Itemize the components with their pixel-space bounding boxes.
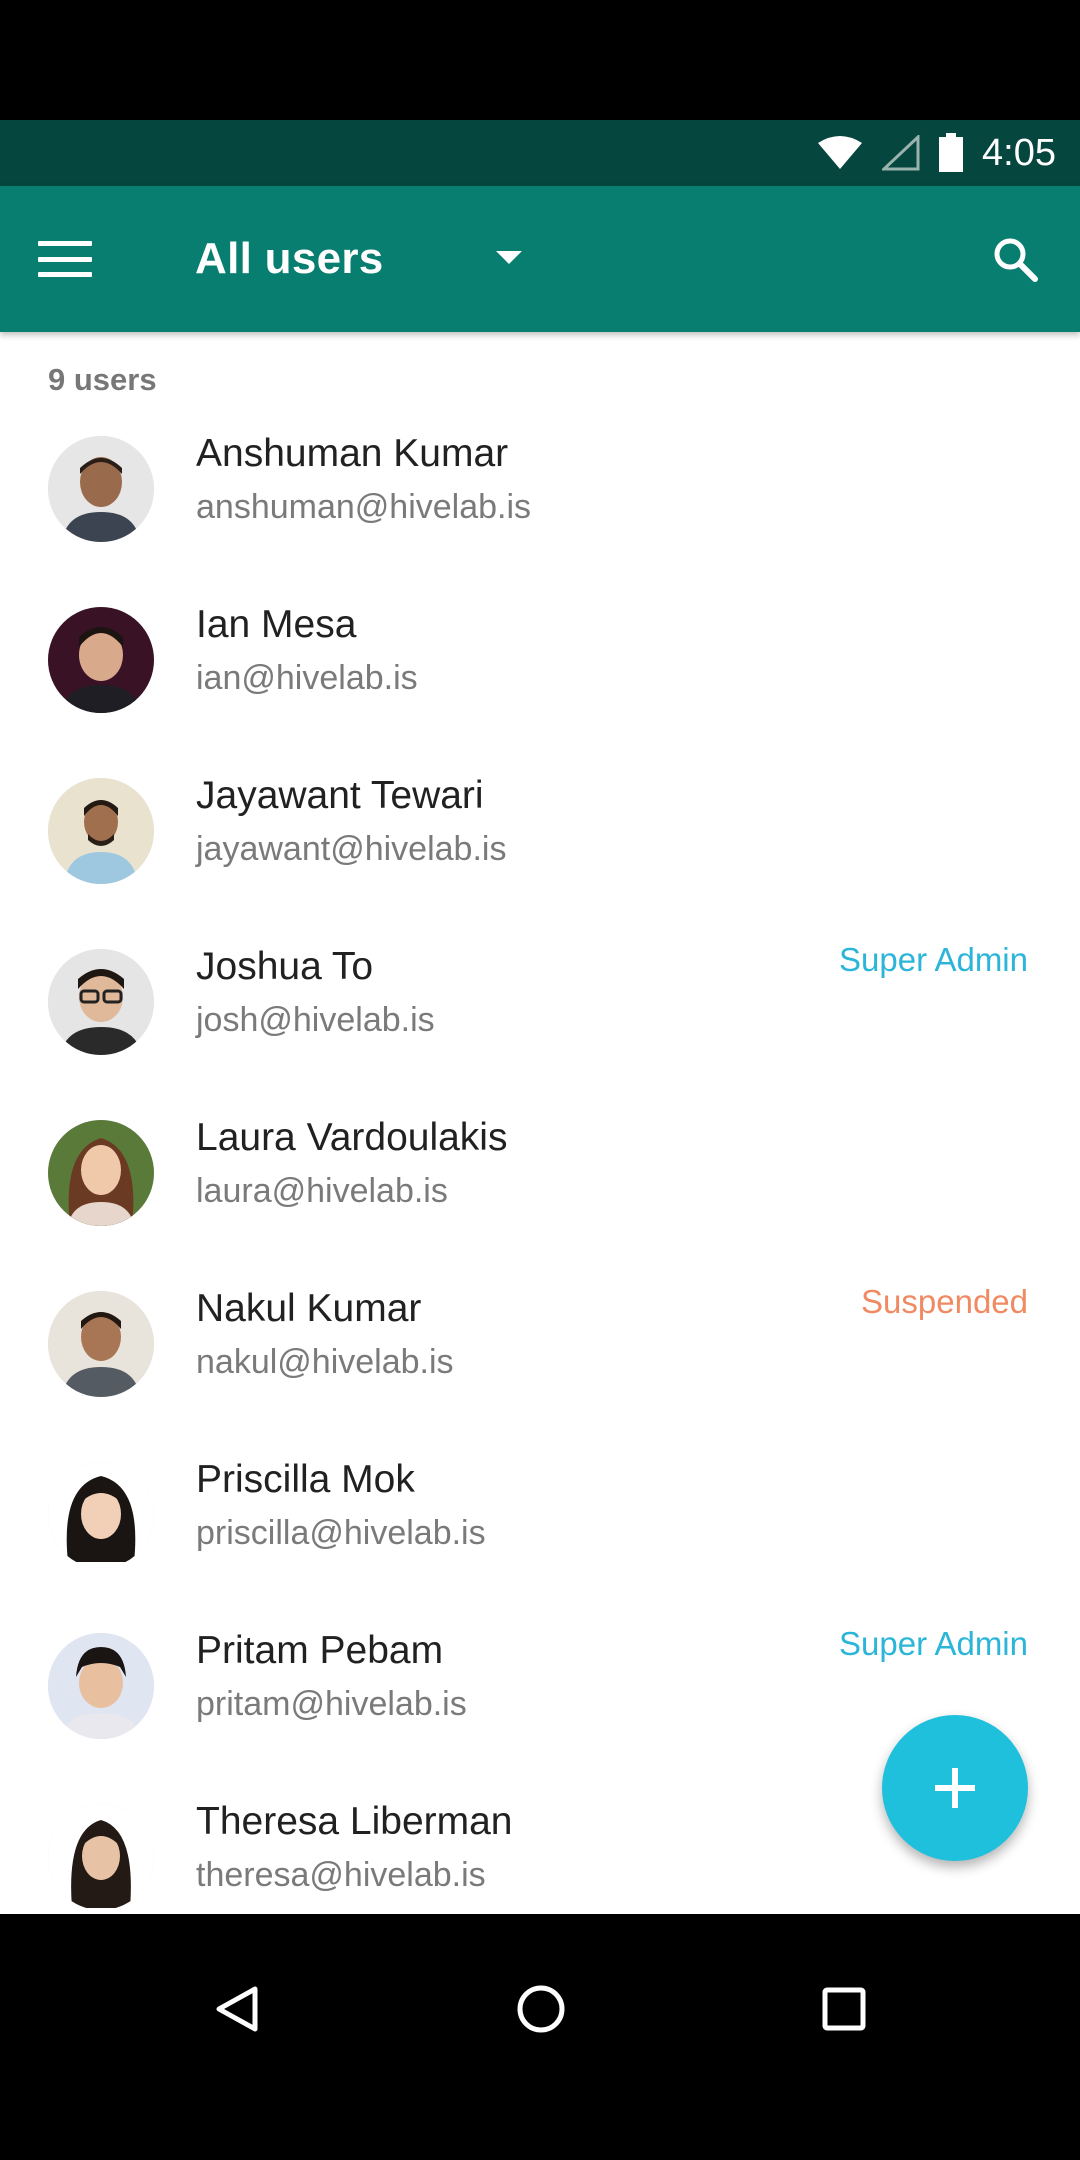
- avatar: [48, 1291, 154, 1397]
- user-email: jayawant@hivelab.is: [196, 830, 507, 868]
- list-item[interactable]: Ian Mesa ian@hivelab.is: [0, 603, 1080, 778]
- user-name: Laura Vardoulakis: [196, 1116, 508, 1159]
- user-email: theresa@hivelab.is: [196, 1856, 486, 1894]
- list-item[interactable]: Nakul Kumar nakul@hivelab.is Suspended: [0, 1283, 1080, 1462]
- search-icon: [994, 238, 1038, 282]
- user-name: Theresa Liberman: [196, 1800, 513, 1843]
- avatar: [48, 436, 154, 542]
- user-email: anshuman@hivelab.is: [196, 488, 532, 526]
- avatar: [48, 1804, 154, 1910]
- user-list: 9 users Anshuman Kumar anshuman@hivelab.…: [0, 332, 1080, 1914]
- avatar: [48, 1120, 154, 1226]
- plus-icon: [935, 1768, 975, 1808]
- user-email: ian@hivelab.is: [196, 659, 418, 697]
- cell-signal-icon: [882, 135, 920, 171]
- avatar: [48, 1462, 154, 1568]
- user-name: Priscilla Mok: [196, 1458, 415, 1501]
- clock: 4:05: [982, 131, 1056, 174]
- user-email: laura@hivelab.is: [196, 1172, 448, 1210]
- super-admin-badge: Super Admin: [839, 941, 1028, 978]
- user-name: Pritam Pebam: [196, 1629, 444, 1672]
- super-admin-badge: Super Admin: [839, 1625, 1028, 1662]
- app-bar: All users: [0, 186, 1080, 332]
- triangle-back-icon: [216, 1986, 258, 2032]
- home-button[interactable]: [486, 1954, 596, 2064]
- user-email: josh@hivelab.is: [196, 1001, 435, 1039]
- menu-button[interactable]: [30, 224, 100, 294]
- user-name: Nakul Kumar: [196, 1287, 422, 1330]
- avatar: [48, 607, 154, 713]
- top-letterbox: [0, 0, 1080, 120]
- suspended-badge: Suspended: [861, 1283, 1028, 1320]
- avatar: [48, 949, 154, 1055]
- user-email: pritam@hivelab.is: [196, 1685, 467, 1723]
- user-name: Joshua To: [196, 945, 374, 988]
- user-email: priscilla@hivelab.is: [196, 1514, 486, 1552]
- add-user-button[interactable]: [882, 1715, 1028, 1861]
- list-item[interactable]: Joshua To josh@hivelab.is Super Admin: [0, 941, 1080, 1120]
- square-recents-icon: [822, 1987, 866, 2031]
- user-name: Anshuman Kumar: [196, 432, 509, 475]
- status-bar: 4:05: [0, 120, 1080, 186]
- user-filter-dropdown[interactable]: All users: [195, 226, 522, 292]
- user-name: Ian Mesa: [196, 603, 357, 646]
- avatar: [48, 1633, 154, 1739]
- list-item[interactable]: Priscilla Mok priscilla@hivelab.is: [0, 1458, 1080, 1633]
- list-item[interactable]: Jayawant Tewari jayawant@hivelab.is: [0, 774, 1080, 949]
- search-button[interactable]: [980, 224, 1050, 294]
- circle-home-icon: [517, 1985, 565, 2033]
- user-email: nakul@hivelab.is: [196, 1343, 454, 1381]
- list-item[interactable]: Laura Vardoulakis laura@hivelab.is: [0, 1116, 1080, 1291]
- wifi-icon: [816, 135, 864, 171]
- battery-icon: [938, 133, 964, 173]
- page-title: All users: [195, 234, 384, 283]
- hamburger-menu-icon: [38, 241, 92, 277]
- list-item[interactable]: Anshuman Kumar anshuman@hivelab.is: [0, 432, 1080, 607]
- back-button[interactable]: [182, 1954, 292, 2064]
- caret-down-icon: [495, 250, 522, 264]
- navigation-bar: [0, 1914, 1080, 2160]
- user-count: 9 users: [48, 362, 157, 397]
- avatar: [48, 778, 154, 884]
- recents-button[interactable]: [789, 1954, 899, 2064]
- user-name: Jayawant Tewari: [196, 774, 484, 817]
